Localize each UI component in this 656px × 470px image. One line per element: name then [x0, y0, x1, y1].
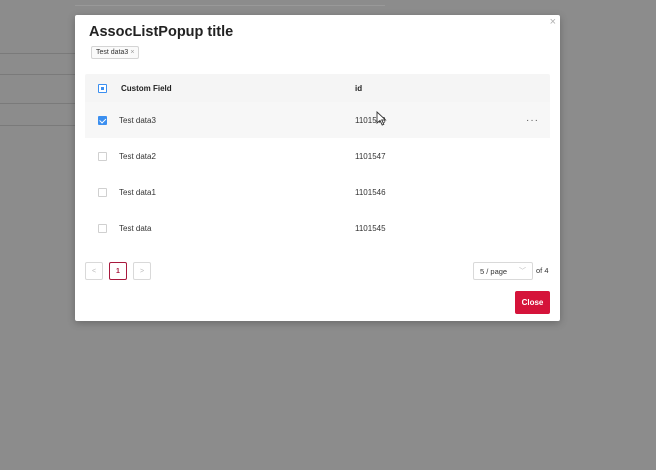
- row-custom-field: Test data1: [119, 187, 156, 197]
- table-row[interactable]: Test data1 1101546: [85, 174, 550, 210]
- table-row[interactable]: Test data 1101545: [85, 210, 550, 246]
- background-divider: [75, 5, 385, 6]
- data-table: Custom Field id Test data3 1101548 ··· T…: [85, 74, 550, 246]
- close-button[interactable]: Close: [515, 291, 550, 314]
- page-size-value: 5 / page: [480, 266, 508, 276]
- table-header: Custom Field id: [85, 74, 550, 102]
- background-divider: [0, 53, 75, 54]
- column-header-custom-field[interactable]: Custom Field: [119, 84, 355, 93]
- tag-remove-icon[interactable]: ×: [130, 47, 134, 58]
- column-header-id[interactable]: id: [355, 84, 515, 93]
- background-divider: [0, 125, 75, 126]
- row-custom-field: Test data3: [119, 115, 156, 125]
- row-id: 1101546: [355, 187, 386, 197]
- prev-page-button[interactable]: <: [85, 262, 103, 280]
- selected-tag: Test data3 ×: [91, 46, 140, 59]
- row-custom-field: Test data: [119, 223, 152, 233]
- total-pages-label: of 4: [536, 266, 549, 275]
- background-divider: [0, 74, 75, 75]
- row-checkbox[interactable]: [97, 223, 107, 233]
- chevron-down-icon: ﹀: [519, 268, 526, 275]
- page-size-select[interactable]: 5 / page ﹀: [473, 262, 533, 280]
- row-checkbox[interactable]: [97, 151, 107, 161]
- table-row[interactable]: Test data3 1101548 ···: [85, 102, 550, 138]
- table-row[interactable]: Test data2 1101547: [85, 138, 550, 174]
- mouse-cursor-icon: [376, 111, 387, 126]
- more-actions-icon[interactable]: ···: [515, 115, 550, 126]
- row-id: 1101545: [355, 223, 386, 233]
- row-id: 1101547: [355, 151, 386, 161]
- assoc-list-modal: × AssocListPopup title Test data3 × Cust…: [75, 15, 560, 321]
- close-icon[interactable]: ×: [550, 16, 556, 28]
- pagination: < 1 >: [85, 262, 151, 280]
- row-checkbox[interactable]: [97, 115, 107, 125]
- row-custom-field: Test data2: [119, 151, 156, 161]
- next-page-button[interactable]: >: [133, 262, 151, 280]
- selected-tag-label: Test data3: [96, 49, 129, 56]
- modal-title: AssocListPopup title: [89, 24, 234, 40]
- background-divider: [0, 103, 75, 104]
- select-all-checkbox[interactable]: [97, 83, 107, 93]
- page-number-button[interactable]: 1: [109, 262, 127, 280]
- row-checkbox[interactable]: [97, 187, 107, 197]
